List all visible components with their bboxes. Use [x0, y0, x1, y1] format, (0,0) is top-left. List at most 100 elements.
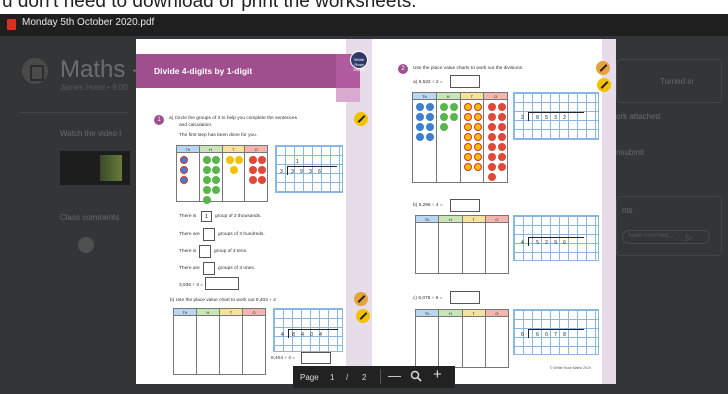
pv-header: O	[495, 311, 499, 316]
digit: 3	[309, 169, 312, 175]
digit: 7	[554, 332, 557, 338]
pv-header: T	[220, 309, 243, 315]
pv-header: H	[200, 146, 223, 152]
sentence-3-b: group of 3 tens.	[214, 249, 248, 254]
counter-thousand	[426, 103, 434, 111]
counter-one	[488, 103, 496, 111]
zoom-icon[interactable]	[410, 370, 422, 382]
pv-header: Th	[177, 146, 200, 152]
counter-one	[488, 143, 496, 151]
answer-box[interactable]	[301, 352, 331, 364]
pv-header: O	[494, 94, 498, 99]
counter-ten	[226, 156, 234, 164]
answer-box[interactable]	[203, 228, 215, 241]
unsubmit-button[interactable]: nsubmit	[616, 148, 644, 157]
send-icon[interactable]: ▷	[686, 232, 693, 243]
digit: 0	[310, 332, 313, 338]
digit: 5	[536, 240, 539, 246]
digit: 6	[318, 169, 321, 175]
current-page-input[interactable]: 1	[330, 373, 334, 382]
counter-ten	[464, 103, 472, 111]
zoom-in-button[interactable]: +	[433, 366, 442, 383]
class-comments-label: Class comments	[60, 213, 120, 222]
counter-ten	[474, 123, 482, 131]
digit: 8	[292, 332, 295, 338]
assignment-title: Maths -	[60, 56, 141, 83]
counter-ten	[464, 123, 472, 131]
counter-ten	[464, 153, 472, 161]
zoom-out-button[interactable]: —	[388, 368, 401, 383]
pv-header: T	[463, 310, 486, 316]
dividend-digits: 8 4 0 4	[289, 332, 325, 338]
bus-stop-side	[528, 329, 529, 338]
digit: 3	[554, 115, 557, 121]
counter-one	[258, 156, 266, 164]
counter-ten	[464, 113, 472, 121]
answer-box[interactable]	[199, 245, 211, 258]
pv-header: O	[495, 217, 499, 222]
first-step-text: The first step has been done for you.	[179, 133, 258, 138]
digit: 3	[291, 169, 294, 175]
counter-thousand	[426, 123, 434, 131]
counter-hundred	[203, 156, 211, 164]
pv-header: T	[223, 146, 246, 152]
counter-thousand	[180, 166, 188, 174]
question-number: 1	[154, 115, 164, 125]
pv-header: H	[437, 93, 461, 99]
pv-header: T	[461, 93, 485, 99]
counter-one	[249, 176, 257, 184]
caption-strip: u don't need to download or print the wo…	[0, 0, 728, 14]
counter-one	[488, 173, 496, 181]
worksheet-title: Divide 4-digits by 1-digit	[154, 66, 253, 76]
counter-one	[258, 166, 266, 174]
counter-ten	[474, 153, 482, 161]
pv-header: Th	[413, 93, 437, 99]
counter-thousand	[416, 103, 424, 111]
work-attached-text: ork attached	[616, 112, 661, 121]
divisor: 2	[521, 115, 524, 121]
question-text: a) Circle the groups of 3 to help you co…	[169, 116, 297, 121]
digit: 6	[563, 240, 566, 246]
answer-box[interactable]: 1	[201, 211, 212, 222]
counter-ten	[230, 166, 238, 174]
quotient-digit: 1	[296, 159, 299, 165]
question-b-text: b) Use the place value chart to work out…	[170, 298, 276, 303]
pv-header: O	[254, 147, 258, 152]
counter-hundred	[203, 186, 211, 194]
private-comments-label: nts	[622, 206, 633, 215]
private-comments-card	[616, 196, 722, 256]
counter-hundred	[440, 123, 448, 131]
pv-header: H	[439, 216, 463, 222]
answer-box[interactable]	[450, 199, 480, 212]
video-thumbnail[interactable]	[60, 151, 130, 185]
counter-ten	[464, 163, 472, 171]
counter-hundred	[203, 176, 211, 184]
divisor: 3	[280, 169, 283, 175]
answer-value: 1	[205, 214, 208, 220]
toolbar-divider	[380, 369, 381, 384]
counter-hundred	[450, 103, 458, 111]
division-a-label: a) 8,532 ÷ 2 =	[413, 80, 443, 85]
pv-header: Th	[416, 216, 440, 222]
divider	[20, 112, 128, 113]
file-name: Monday 5th October 2020.pdf	[22, 17, 155, 28]
counter-thousand	[416, 113, 424, 121]
counter-ten	[474, 103, 482, 111]
bus-stop-side	[528, 112, 529, 121]
pv-header: H	[197, 309, 220, 315]
answer-box[interactable]	[450, 75, 480, 88]
division-grid	[273, 308, 343, 352]
medal-icon	[354, 292, 368, 306]
counter-one	[498, 133, 506, 141]
answer-box[interactable]	[450, 291, 480, 304]
counter-one	[498, 123, 506, 131]
counter-one	[498, 143, 506, 151]
counter-one	[249, 166, 257, 174]
answer-box[interactable]	[203, 262, 215, 275]
page-separator: /	[346, 373, 349, 382]
pencil-icon	[354, 112, 368, 126]
counter-hundred	[440, 113, 448, 121]
pv-header: Th	[416, 310, 440, 316]
private-comment-input[interactable]: ivate comment...	[622, 230, 710, 244]
answer-box[interactable]	[205, 277, 239, 290]
